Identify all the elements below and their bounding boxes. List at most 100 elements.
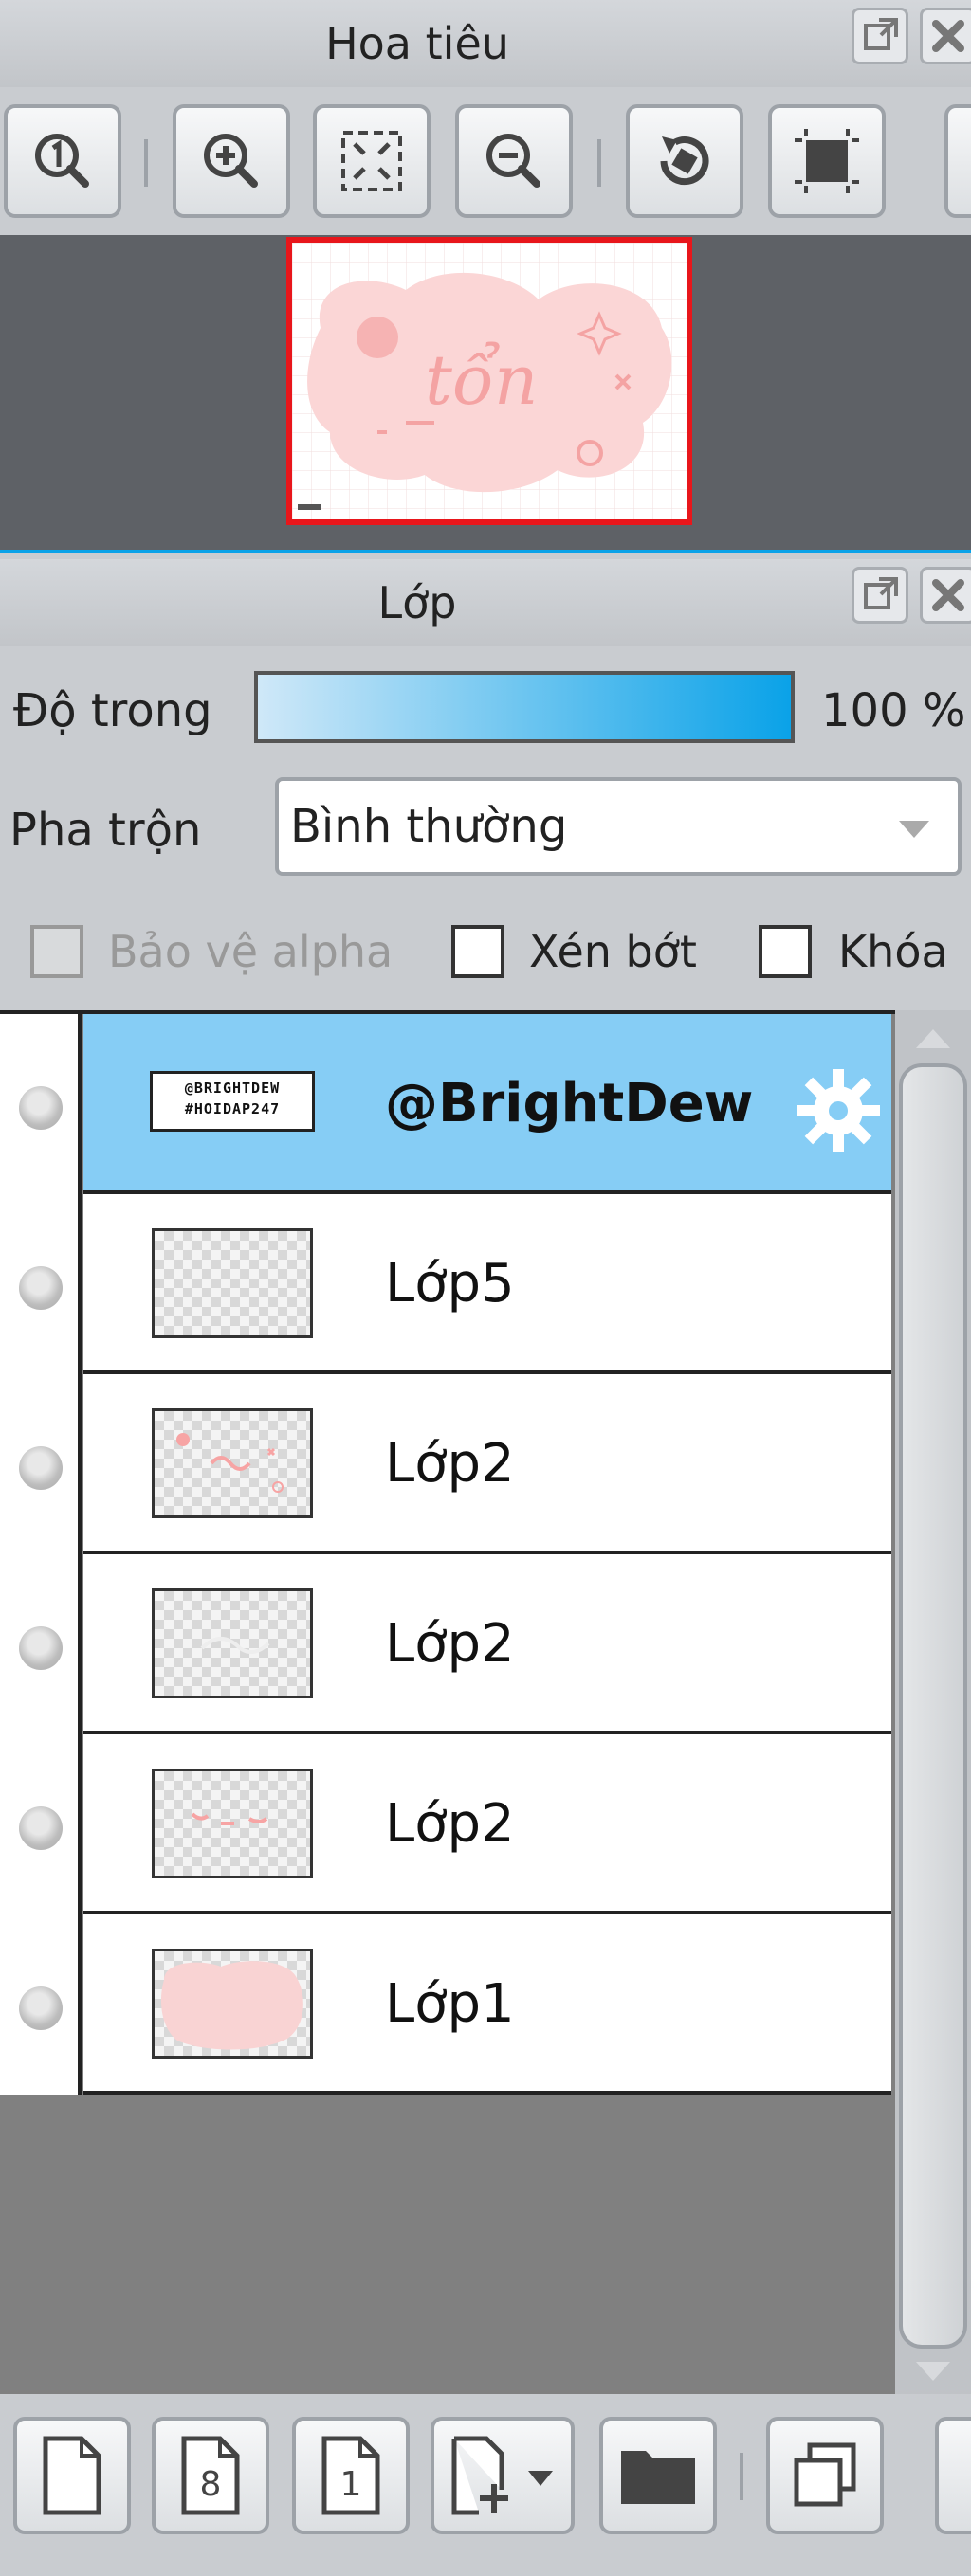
chevron-down-icon [899, 821, 929, 838]
duplicate-layer-icon [794, 2442, 856, 2507]
opacity-label: Độ trong [13, 684, 212, 737]
blend-mode-select[interactable]: Bình thường [275, 777, 962, 876]
lock-label: Khóa [838, 926, 948, 977]
layer-thumbnail [152, 1769, 313, 1878]
new-layer-button[interactable] [13, 2417, 131, 2534]
zoom-out-icon [486, 134, 540, 188]
layer-name: Lớp1 [385, 1973, 515, 2035]
visibility-toggle-icon[interactable] [19, 1806, 63, 1850]
layer-row-body[interactable]: Lớp2 [83, 1374, 891, 1554]
opacity-slider-fill [258, 675, 791, 739]
scroll-down-icon[interactable] [912, 2358, 954, 2386]
layer-list: @BRIGHTDEW #HOIDAP247 @BrightDew Lớp5 Lớ… [0, 1010, 895, 2096]
close-button[interactable] [920, 567, 971, 624]
new-8bit-layer-button[interactable]: 8 [152, 2417, 269, 2534]
badge-8-text: 8 [200, 2465, 222, 2504]
layer-row-body[interactable]: @BRIGHTDEW #HOIDAP247 @BrightDew [83, 1014, 891, 1194]
toolbar-separator [597, 139, 601, 187]
preview-frame: tổn [286, 237, 692, 525]
fit-to-window-button[interactable] [313, 104, 431, 218]
canvas-thumbnail: tổn [292, 243, 687, 519]
popout-button[interactable] [852, 8, 908, 64]
add-layer-menu-icon [451, 2436, 553, 2515]
toolbar-separator [144, 139, 148, 187]
scrollbar-thumb[interactable] [899, 1063, 967, 2349]
clip-checkbox[interactable] [451, 925, 504, 978]
layer-thumbnail [152, 1588, 313, 1698]
popout-icon [864, 577, 898, 609]
zoom-in-icon [204, 134, 258, 188]
layer-visibility-cell [0, 1194, 82, 1374]
layer-row-lop1[interactable]: Lớp1 [0, 1914, 891, 2095]
layers-title: Lớp [377, 577, 457, 628]
panel-separator [0, 550, 971, 553]
navigator-preview-area[interactable]: tổn [0, 235, 971, 550]
layer-row-brightdew[interactable]: @BRIGHTDEW #HOIDAP247 @BrightDew [0, 1014, 891, 1194]
gear-icon[interactable] [793, 1065, 884, 1156]
badge-1-text: 1 [340, 2465, 362, 2504]
fit-to-window-icon [341, 131, 402, 191]
popout-button[interactable] [852, 567, 908, 624]
layer-thumbnail-text: @BRIGHTDEW #HOIDAP247 [184, 1079, 281, 1117]
rotate-reset-icon [660, 136, 709, 186]
layer-row-lop2[interactable]: Lớp2 [0, 1374, 891, 1554]
visibility-toggle-icon[interactable] [19, 1446, 63, 1490]
layer-row-body[interactable]: Lớp1 [83, 1914, 891, 2095]
navigator-title: Hoa tiêu [325, 18, 509, 69]
navigator-titlebar: Hoa tiêu [0, 0, 971, 87]
flip-canvas-icon [795, 129, 859, 193]
bottom-toolbar-overflow-button[interactable] [935, 2417, 971, 2534]
layer-thumbnail-art [191, 1812, 268, 1825]
visibility-toggle-icon[interactable] [19, 1626, 63, 1670]
lock-checkbox[interactable] [759, 925, 812, 978]
layer-name: Lớp5 [385, 1253, 515, 1315]
protect-alpha-label: Bảo vệ alpha [108, 926, 394, 977]
new-8bit-layer-icon: 8 [181, 2436, 240, 2515]
layer-thumbnail-art [200, 1637, 270, 1654]
layer-row-body[interactable]: Lớp2 [83, 1554, 891, 1734]
layer-thumbnail [152, 1949, 313, 2059]
blend-mode-label: Pha trộn [9, 804, 202, 857]
opacity-slider[interactable] [254, 671, 795, 743]
layer-row-lop5[interactable]: Lớp5 [0, 1194, 891, 1374]
layer-name: Lớp2 [385, 1793, 515, 1855]
new-1bit-layer-button[interactable]: 1 [292, 2417, 410, 2534]
layer-list-empty-area [0, 2096, 895, 2394]
add-layer-menu-button[interactable] [431, 2417, 575, 2534]
visibility-toggle-icon[interactable] [19, 1086, 63, 1130]
zoom-actual-size-icon [35, 134, 89, 188]
zoom-in-button[interactable] [173, 104, 290, 218]
navigator-toolbar [0, 87, 971, 235]
opacity-value: 100 % [821, 684, 966, 737]
layer-row-lop2[interactable]: Lớp2 [0, 1734, 891, 1914]
duplicate-layer-button[interactable] [766, 2417, 884, 2534]
scroll-up-icon[interactable] [912, 1024, 954, 1052]
layer-visibility-cell [0, 1554, 82, 1734]
layer-thumbnail: @BRIGHTDEW #HOIDAP247 [150, 1071, 315, 1132]
blend-mode-value: Bình thường [290, 800, 568, 853]
layer-row-lop2[interactable]: Lớp2 [0, 1554, 891, 1734]
protect-alpha-checkbox[interactable] [30, 925, 83, 978]
clip-label: Xén bớt [529, 926, 697, 977]
close-icon [932, 579, 964, 611]
layer-row-body[interactable]: Lớp5 [83, 1194, 891, 1374]
visibility-toggle-icon[interactable] [19, 1986, 63, 2030]
layer-name: Lớp2 [385, 1613, 515, 1675]
toolbar-separator [740, 2453, 743, 2500]
new-folder-icon [621, 2451, 695, 2504]
preview-text: tổn [425, 340, 538, 420]
layer-visibility-cell [0, 1374, 82, 1554]
layer-scrollbar[interactable] [895, 1010, 971, 2394]
new-folder-button[interactable] [599, 2417, 717, 2534]
layer-thumbnail [152, 1408, 313, 1518]
visibility-toggle-icon[interactable] [19, 1266, 63, 1310]
close-button[interactable] [920, 8, 971, 64]
flip-canvas-button[interactable] [768, 104, 886, 218]
rotate-reset-button[interactable] [626, 104, 743, 218]
layer-row-body[interactable]: Lớp2 [83, 1734, 891, 1914]
toolbar-overflow-button[interactable] [944, 104, 971, 218]
zoom-actual-size-button[interactable] [4, 104, 121, 218]
new-layer-icon [43, 2436, 101, 2515]
layer-thumbnail-art [176, 1433, 284, 1493]
zoom-out-button[interactable] [455, 104, 573, 218]
